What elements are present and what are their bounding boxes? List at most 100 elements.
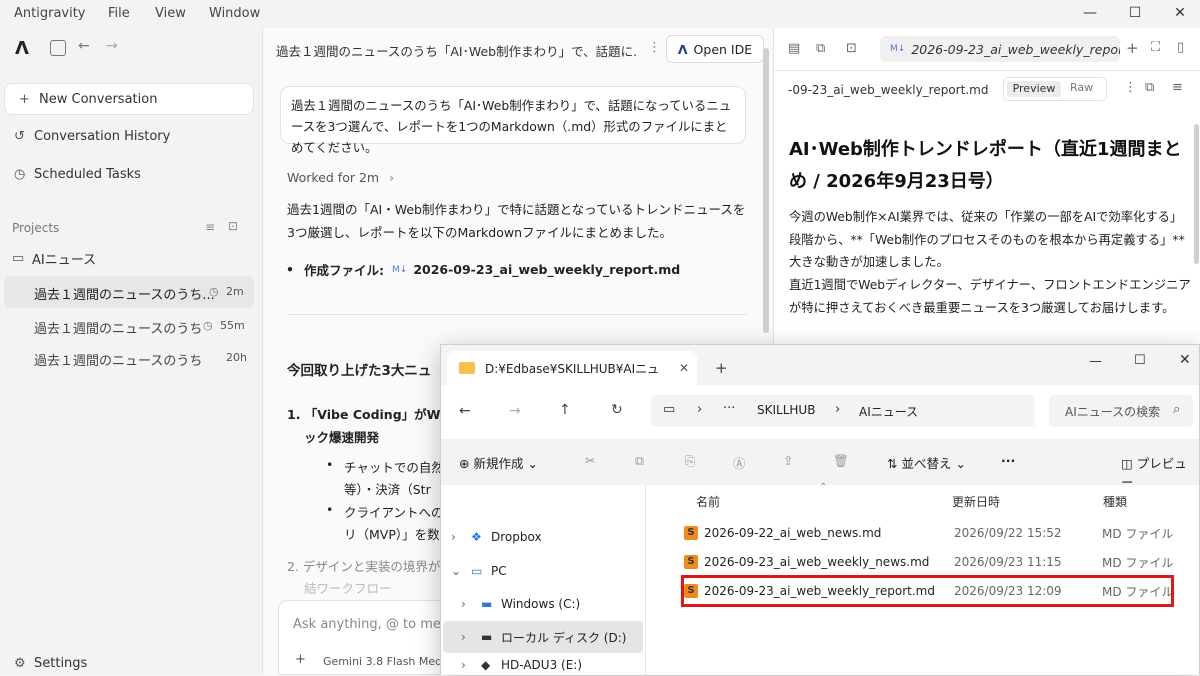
sidebar-toggle-icon[interactable] (50, 40, 66, 56)
chevron-right-icon: › (461, 630, 466, 644)
maximize-icon[interactable]: ☐ (1120, 2, 1150, 24)
open-ide-button[interactable]: Λ Open IDE (666, 35, 764, 63)
chat-input[interactable]: Ask anything, @ to men (293, 617, 449, 632)
column-name[interactable]: 名前 (696, 493, 720, 510)
sidebar: Λ ← → + New Conversation ↺ Conversation … (0, 28, 263, 675)
settings-label: Settings (34, 655, 88, 671)
close-icon[interactable]: ✕ (1165, 2, 1195, 24)
model-selector[interactable]: Gemini 3.8 Flash Med (323, 655, 442, 668)
share-icon[interactable]: ⇪ (783, 453, 793, 468)
conversation-time: 55m (220, 319, 245, 332)
conversation-item[interactable]: 過去１週間のニュースのうち ◷ 55m (4, 310, 254, 342)
nav-item-windows-c[interactable]: › ▬ Windows (C:) (461, 590, 651, 618)
scheduled-tasks-item[interactable]: ◷ Scheduled Tasks (0, 158, 263, 190)
copy-icon[interactable]: ⧉ (635, 453, 644, 469)
file-row[interactable]: S 2026-09-22_ai_web_news.md 2026/09/22 1… (681, 518, 1191, 548)
refresh-icon[interactable]: ↻ (611, 402, 623, 418)
nav-item-hd-adu3[interactable]: › ◆ HD-ADU3 (E:) (461, 655, 651, 675)
delete-icon[interactable]: 🗑 (833, 453, 849, 469)
forward-arrow-icon[interactable]: → (106, 38, 118, 54)
raw-mode-button[interactable]: Raw (1070, 81, 1093, 94)
sort-label: 並べ替え (901, 456, 952, 471)
paste-icon[interactable]: ⎘ (685, 453, 695, 469)
explorer-tab[interactable]: D:¥Edbase¥SKILLHUB¥AIニュ ✕ (447, 351, 697, 385)
conversation-history-item[interactable]: ↺ Conversation History (0, 120, 263, 152)
nav-item-local-disk-d[interactable]: › ▬ ローカル ディスク (D:) (443, 621, 643, 653)
new-tab-icon[interactable]: + (715, 359, 728, 377)
close-tab-icon[interactable]: ✕ (679, 361, 689, 375)
expand-icon[interactable]: ⛶ (1151, 40, 1160, 55)
more-icon[interactable]: ··· (1001, 453, 1015, 468)
back-arrow-icon[interactable]: ← (78, 38, 90, 54)
conversation-item-active[interactable]: 過去１週間のニュースのうち... ◷ 2m (4, 276, 254, 308)
cut-icon[interactable]: ✂ (585, 453, 595, 468)
scrollbar[interactable] (763, 48, 769, 333)
minimize-icon[interactable]: — (1075, 2, 1105, 24)
new-folder-icon[interactable]: ⊡ (228, 219, 238, 233)
up-arrow-icon[interactable]: ↑ (559, 402, 571, 418)
menu-window[interactable]: Window (209, 6, 260, 21)
copy-icon[interactable]: ⧉ (816, 41, 825, 56)
search-input[interactable]: AIニュースの検索 (1065, 403, 1160, 420)
file-row[interactable]: S 2026-09-23_ai_web_weekly_news.md 2026/… (681, 547, 1191, 577)
explorer-body: › ❖ Dropbox ⌄ ▭ PC › ▬ Windows (C:) › ▬ … (441, 482, 1199, 675)
nav-label: PC (491, 564, 507, 578)
new-conversation-button[interactable]: + New Conversation (4, 83, 254, 115)
document-icon[interactable]: ▤ (788, 41, 800, 56)
sort-button[interactable]: ⇅ 並べ替え ⌄ (887, 453, 966, 472)
menu-view[interactable]: View (155, 6, 186, 21)
menu-app[interactable]: Antigravity (14, 6, 86, 21)
file-link[interactable]: 2026-09-23_ai_web_weekly_report.md (413, 262, 680, 277)
nav-item-dropbox[interactable]: › ❖ Dropbox (451, 523, 641, 551)
copy-icon[interactable]: ⧉ (1145, 80, 1154, 95)
markdown-icon: M↓ (392, 264, 408, 275)
file-tab[interactable]: M↓ 2026-09-23_ai_web_weekly_repor (880, 36, 1120, 62)
settings-item[interactable]: ⚙ Settings (0, 650, 263, 676)
clock-icon: ◷ (209, 285, 219, 298)
address-bar[interactable]: ▭ › ··· SKILLHUB › AIニュース (651, 395, 1035, 427)
open-ide-label: Open IDE (693, 41, 753, 57)
maximize-icon[interactable]: ☐ (1134, 353, 1146, 368)
sort-ascending-icon: ⌃ (819, 482, 828, 493)
file-tab-label: 2026-09-23_ai_web_weekly_repor (911, 41, 1120, 57)
panel-icon[interactable]: ▯ (1177, 40, 1184, 55)
ellipsis-icon[interactable]: ··· (723, 401, 735, 416)
report-paragraph-1: 今週のWeb制作×AI業界では、従来の「作業の一部をAIで効率化する」段階から、… (789, 210, 1185, 269)
rename-icon[interactable]: Ⓐ (733, 453, 746, 472)
conversation-title: 過去１週間のニュースのうち (34, 322, 203, 337)
forward-arrow-icon[interactable]: → (509, 403, 521, 419)
more-icon[interactable]: ⋮ (1124, 80, 1137, 95)
preview-mode-button[interactable]: Preview (1007, 81, 1061, 97)
chevron-right-icon: › (461, 597, 466, 611)
scrollbar[interactable] (1194, 124, 1199, 264)
news-item-2: 2. デザインと実装の境界が (287, 559, 441, 574)
chevron-down-icon: ⌄ (451, 564, 462, 578)
filter-icon[interactable]: ≡ (205, 220, 215, 234)
new-tab-icon[interactable]: + (1126, 39, 1139, 57)
image-icon[interactable]: ⊡ (846, 41, 857, 56)
project-folder[interactable]: ▭ AIニュース (0, 242, 263, 274)
file-type: MD ファイル (1102, 555, 1174, 570)
add-icon[interactable]: + (295, 652, 306, 667)
column-date[interactable]: 更新日時 (952, 493, 1000, 510)
search-box[interactable]: AIニュースの検索 ⌕ (1049, 395, 1193, 427)
menu-bar: Antigravity File View Window — ☐ ✕ (0, 0, 1200, 28)
conversation-item[interactable]: 過去１週間のニュースのうち 20h (4, 342, 254, 374)
more-icon[interactable]: ⋮ (648, 40, 661, 55)
news-item-1: 1. 「Vibe Coding」がWebl (287, 407, 462, 422)
worked-for-toggle[interactable]: Worked for 2m › (287, 170, 394, 185)
back-arrow-icon[interactable]: ← (459, 403, 471, 419)
close-icon[interactable]: ✕ (1179, 352, 1191, 368)
new-button[interactable]: ⊕ 新規作成 ⌄ (459, 453, 538, 472)
breadcrumb-skillhub[interactable]: SKILLHUB (757, 403, 815, 417)
minimize-icon[interactable]: — (1089, 354, 1102, 369)
menu-icon[interactable]: ≡ (1172, 80, 1183, 95)
breadcrumb-ainews[interactable]: AIニュース (859, 403, 918, 420)
markdown-file-icon: S (684, 526, 698, 540)
column-type[interactable]: 種類 (1103, 493, 1127, 510)
address-row: ← → ↑ ↻ ▭ › ··· SKILLHUB › AIニュース AIニュース… (441, 385, 1199, 439)
folder-icon (459, 362, 475, 374)
nav-item-pc[interactable]: ⌄ ▭ PC (451, 557, 641, 585)
nav-label: HD-ADU3 (E:) (501, 658, 582, 672)
menu-file[interactable]: File (108, 6, 130, 21)
